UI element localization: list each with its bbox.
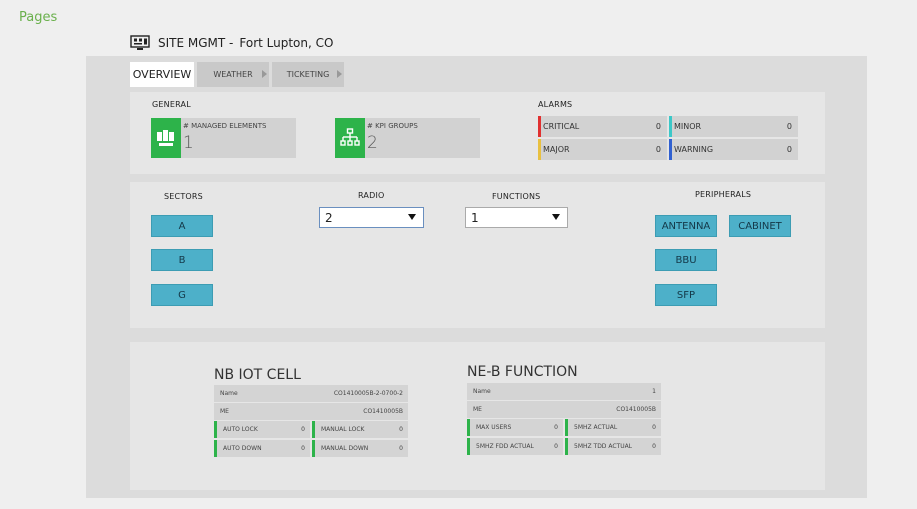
neb-max-users: MAX USERS 0 (467, 419, 563, 436)
neb-5mhz-actual: 5MHZ ACTUAL 0 (565, 419, 661, 436)
peripherals-heading: PERIPHERALS (695, 190, 752, 199)
kpi-groups-value: 2 (367, 133, 378, 153)
kpi-groups-card[interactable]: # KPI GROUPS 2 (335, 118, 480, 158)
alarm-major-label: MAJOR (543, 145, 570, 154)
alarm-critical[interactable]: CRITICAL 0 (538, 116, 667, 137)
neb-me-value: CO1410005B (616, 406, 656, 413)
alarm-warning-value: 0 (786, 145, 792, 154)
nb-iot-auto-down: AUTO DOWN 0 (214, 440, 310, 457)
nb-iot-name-row: Name CO1410005B-2-0700-2 (214, 385, 408, 402)
sectors-heading: SECTORS (164, 192, 203, 201)
mhz-actual-label: 5MHZ ACTUAL (574, 424, 618, 431)
neb-name-row: Name 1 (467, 383, 661, 400)
neb-me-row: ME CO1410005B (467, 401, 661, 418)
max-users-value: 0 (554, 424, 558, 431)
alarm-warning[interactable]: WARNING 0 (669, 139, 798, 160)
fdd-actual-value: 0 (554, 443, 558, 450)
nb-iot-title: NB IOT CELL (214, 367, 301, 383)
caret-down-icon (552, 214, 560, 220)
neb-title: NE-B FUNCTION (467, 364, 578, 380)
radio-select-value: 2 (325, 210, 333, 225)
neb-me-label: ME (473, 406, 482, 413)
nb-iot-me-value: CO1410005B (363, 408, 403, 415)
managed-elements-label: # MANAGED ELEMENTS (183, 122, 267, 130)
alarms-heading: ALARMS (538, 100, 573, 109)
fdd-actual-label: 5MHZ FDD ACTUAL (476, 443, 534, 450)
site-location: Fort Lupton, CO (239, 36, 334, 50)
tab-ticketing-label: TICKETING (286, 70, 330, 79)
summary-panel: GENERAL # MANAGED ELEMENTS 1 # KPI GROUP… (130, 92, 825, 174)
bbu-button[interactable]: BBU (655, 249, 717, 271)
functions-select-value: 1 (471, 210, 479, 225)
alarm-critical-value: 0 (655, 122, 661, 131)
manual-down-label: MANUAL DOWN (321, 445, 369, 452)
hierarchy-icon (335, 118, 365, 158)
functions-select[interactable]: 1 (465, 207, 568, 228)
site-header: SITE MGMT - Fort Lupton, CO (130, 35, 333, 51)
alarm-critical-label: CRITICAL (543, 122, 580, 131)
warning-indicator (669, 139, 672, 160)
alarm-minor-value: 0 (786, 122, 792, 131)
nb-iot-name-value: CO1410005B-2-0700-2 (333, 390, 403, 397)
functions-heading: FUNCTIONS (492, 192, 541, 201)
manual-lock-label: MANUAL LOCK (321, 426, 365, 433)
tdd-actual-label: 5MHZ TDD ACTUAL (574, 443, 633, 450)
tab-overview[interactable]: OVERVIEW (130, 62, 194, 87)
caret-down-icon (408, 214, 416, 220)
managed-elements-card[interactable]: # MANAGED ELEMENTS 1 (151, 118, 296, 158)
manual-lock-value: 0 (399, 426, 403, 433)
alarm-major[interactable]: MAJOR 0 (538, 139, 667, 160)
auto-lock-value: 0 (301, 426, 305, 433)
radio-select[interactable]: 2 (319, 207, 424, 228)
nb-iot-name-label: Name (220, 390, 238, 397)
site-title: SITE MGMT - (158, 36, 234, 50)
general-heading: GENERAL (152, 100, 191, 109)
radio-heading: RADIO (358, 191, 385, 200)
neb-name-label: Name (473, 388, 491, 395)
pages-link[interactable]: Pages (19, 10, 57, 25)
nb-iot-manual-lock: MANUAL LOCK 0 (312, 421, 408, 438)
sector-g-button[interactable]: G (151, 284, 213, 306)
max-users-label: MAX USERS (476, 424, 512, 431)
managed-elements-icon (151, 118, 181, 158)
alarm-major-value: 0 (655, 145, 661, 154)
auto-lock-label: AUTO LOCK (223, 426, 258, 433)
nb-iot-me-label: ME (220, 408, 229, 415)
tab-weather[interactable]: WEATHER (197, 62, 269, 87)
tab-ticketing[interactable]: TICKETING (272, 62, 344, 87)
critical-indicator (538, 116, 541, 137)
auto-down-label: AUTO DOWN (223, 445, 262, 452)
manual-down-value: 0 (399, 445, 403, 452)
neb-fdd-actual: 5MHZ FDD ACTUAL 0 (467, 438, 563, 455)
tdd-actual-value: 0 (652, 443, 656, 450)
antenna-button[interactable]: ANTENNA (655, 215, 717, 237)
minor-indicator (669, 116, 672, 137)
nb-iot-manual-down: MANUAL DOWN 0 (312, 440, 408, 457)
nb-iot-me-row: ME CO1410005B (214, 403, 408, 420)
tab-bar: OVERVIEW WEATHER TICKETING (130, 62, 344, 87)
kpi-groups-label: # KPI GROUPS (367, 122, 418, 130)
tab-weather-label: WEATHER (213, 70, 253, 79)
mhz-actual-value: 0 (652, 424, 656, 431)
alarm-warning-label: WARNING (674, 145, 714, 154)
alarm-minor[interactable]: MINOR 0 (669, 116, 798, 137)
alarm-minor-label: MINOR (674, 122, 702, 131)
site-monitor-icon (130, 35, 150, 50)
sector-a-button[interactable]: A (151, 215, 213, 237)
neb-name-value: 1 (652, 388, 656, 395)
sfp-button[interactable]: SFP (655, 284, 717, 306)
nb-iot-auto-lock: AUTO LOCK 0 (214, 421, 310, 438)
cabinet-button[interactable]: CABINET (729, 215, 791, 237)
chevron-right-icon (337, 70, 342, 78)
auto-down-value: 0 (301, 445, 305, 452)
managed-elements-value: 1 (183, 133, 194, 153)
details-panel: NB IOT CELL Name CO1410005B-2-0700-2 ME … (130, 342, 825, 490)
neb-tdd-actual: 5MHZ TDD ACTUAL 0 (565, 438, 661, 455)
controls-panel: SECTORS A B G RADIO 2 FUNCTIONS 1 PERIPH… (130, 182, 825, 328)
sector-b-button[interactable]: B (151, 249, 213, 271)
chevron-right-icon (262, 70, 267, 78)
major-indicator (538, 139, 541, 160)
